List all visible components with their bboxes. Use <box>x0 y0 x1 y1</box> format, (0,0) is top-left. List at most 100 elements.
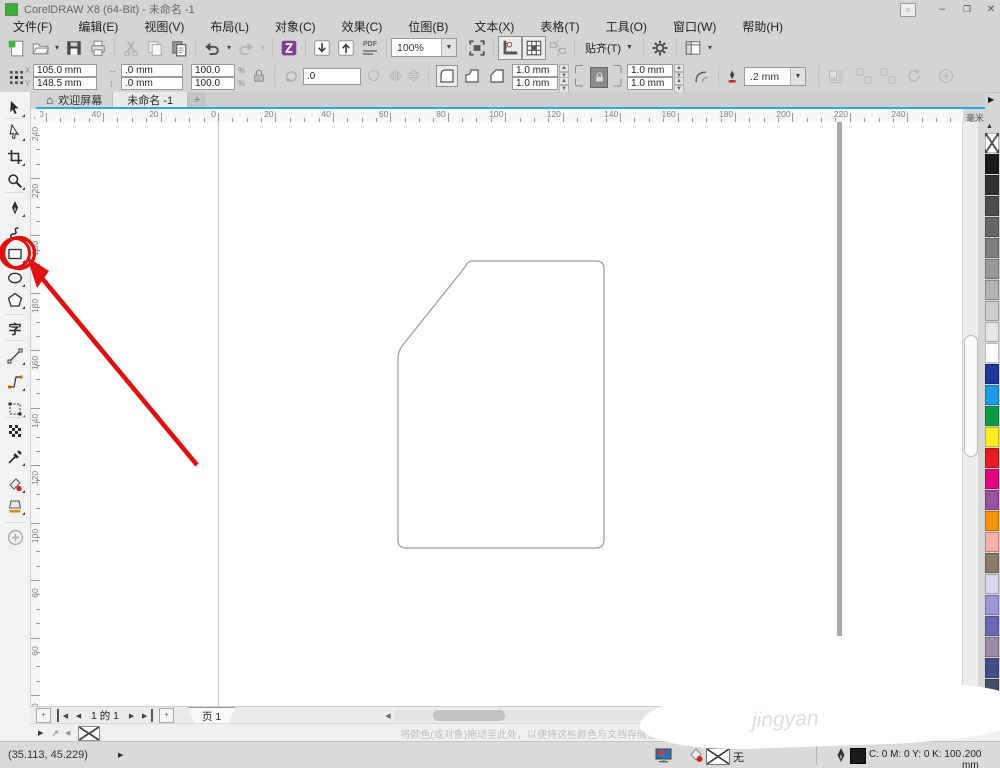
palette-scroll-up-icon[interactable]: ▲ <box>986 123 993 130</box>
add-page-start-button[interactable]: + <box>36 708 51 723</box>
corner-radius-br-spinner[interactable]: ▲ ▼ <box>674 77 684 93</box>
text-wrap-button[interactable] <box>828 68 844 84</box>
palette-swatch[interactable] <box>985 469 999 489</box>
palette-swatch[interactable] <box>985 385 999 405</box>
scalloped-corner-button[interactable] <box>461 65 483 87</box>
drawing-canvas[interactable] <box>40 122 962 706</box>
status-flyout-icon[interactable]: ▶ <box>118 751 123 759</box>
flyout-indicator[interactable] <box>22 362 25 365</box>
show-guidelines-button[interactable] <box>546 36 570 60</box>
corner-radius-bl-spinner[interactable]: ▲ ▼ <box>559 77 569 93</box>
redo-button[interactable] <box>234 36 258 60</box>
menu-item[interactable]: 视图(V) <box>131 19 197 34</box>
palette-swatch[interactable] <box>985 427 999 447</box>
doc-palette-swatch-none[interactable] <box>78 725 101 741</box>
corner-radius-br-field[interactable]: 1.0 mm <box>627 77 673 90</box>
snap-to-button[interactable]: 贴齐(T) ▼ <box>579 38 639 58</box>
minimize-button[interactable]: – <box>933 3 951 15</box>
menu-item[interactable]: 文件(F) <box>0 19 65 34</box>
palette-swatch[interactable] <box>985 217 999 237</box>
menu-item[interactable]: 效果(C) <box>329 19 396 34</box>
publish-pdf-button[interactable]: PDF <box>358 36 382 60</box>
menu-item[interactable]: 布局(L) <box>197 19 262 34</box>
horizontal-scrollbar-thumb[interactable] <box>432 710 505 721</box>
palette-swatch[interactable] <box>985 280 999 300</box>
object-y-position-field[interactable]: 148.5 mm <box>33 77 97 90</box>
show-grid-button[interactable] <box>522 35 546 60</box>
smart-fill-tool[interactable] <box>4 495 26 516</box>
outline-width-select[interactable]: .2 mm ▼ <box>744 67 806 86</box>
palette-swatch[interactable] <box>985 637 999 657</box>
show-rulers-button[interactable] <box>498 35 522 60</box>
object-x-position-field[interactable]: 105.0 mm <box>33 64 97 77</box>
flyout-indicator[interactable] <box>22 306 25 309</box>
palette-swatch[interactable] <box>985 175 999 195</box>
zoom-tool[interactable] <box>4 170 26 191</box>
fill-none-swatch[interactable] <box>706 748 730 765</box>
dimension-tool[interactable] <box>4 345 26 366</box>
window-layout-button[interactable] <box>681 36 705 60</box>
flyout-indicator[interactable] <box>22 214 25 217</box>
palette-scroll-left-icon[interactable]: ◀ <box>65 729 70 737</box>
vertical-scrollbar-thumb[interactable] <box>964 335 978 457</box>
undo-button[interactable] <box>200 36 224 60</box>
fill-color-icon[interactable] <box>688 748 704 763</box>
flyout-indicator[interactable] <box>22 187 25 190</box>
drawn-shape-chamfered-rectangle[interactable] <box>390 255 620 555</box>
connector-tool[interactable] <box>4 371 26 392</box>
color-proof-icon[interactable] <box>655 748 672 763</box>
fillet-chamfer-icon[interactable] <box>694 68 711 85</box>
paste-button[interactable] <box>167 36 191 60</box>
first-page-button[interactable]: ◀ <box>57 709 72 722</box>
menu-item[interactable]: 文本(X) <box>461 19 527 34</box>
horizontal-ruler[interactable]: 604020020406080100120140160180200220240 <box>40 109 963 123</box>
outline-color-swatch[interactable] <box>850 748 866 764</box>
flyout-indicator[interactable] <box>22 490 25 493</box>
palette-swatch[interactable] <box>985 511 999 531</box>
corner-radius-tl-field[interactable]: 1.0 mm <box>512 64 558 77</box>
palette-swatch[interactable] <box>985 343 999 363</box>
scale-y-field[interactable]: 100.0 <box>191 77 235 90</box>
palette-swatch[interactable] <box>985 553 999 573</box>
redo-dropdown[interactable]: ▾ <box>258 43 268 52</box>
next-page-button[interactable]: ▶ <box>125 709 138 722</box>
transform-tool[interactable] <box>4 398 26 419</box>
help-pin-icon[interactable]: ☺ <box>900 3 916 17</box>
add-tool[interactable] <box>4 527 26 548</box>
export-button[interactable] <box>334 36 358 60</box>
open-dropdown[interactable]: ▾ <box>52 43 62 52</box>
flyout-indicator[interactable] <box>22 284 25 287</box>
mesh-fill-tool[interactable] <box>4 420 26 441</box>
palette-swatch[interactable] <box>985 574 999 594</box>
palette-swatch[interactable] <box>985 196 999 216</box>
menu-item[interactable]: 窗口(W) <box>660 19 729 34</box>
palette-eyedropper-icon[interactable]: ↗ <box>51 728 59 739</box>
flyout-indicator[interactable] <box>22 138 25 141</box>
open-button[interactable] <box>28 36 52 60</box>
import-button[interactable] <box>310 36 334 60</box>
hscroll-left-arrow[interactable]: ◀ <box>385 712 390 720</box>
palette-swatch[interactable] <box>985 364 999 384</box>
palette-swatch[interactable] <box>985 406 999 426</box>
interactive-fill-tool[interactable] <box>4 473 26 494</box>
outline-pen-icon[interactable] <box>835 747 847 764</box>
previous-page-button[interactable]: ◀ <box>72 709 85 722</box>
object-width-field[interactable]: .0 mm <box>121 64 183 77</box>
page-tab[interactable]: 页 1 <box>188 707 235 724</box>
rotation-angle-field[interactable]: .0 <box>303 68 361 85</box>
save-button[interactable] <box>62 36 86 60</box>
window-layout-dropdown[interactable]: ▾ <box>705 43 715 52</box>
close-button[interactable]: ✕ <box>983 3 999 15</box>
ruler-origin-icon[interactable]: ⌞ <box>30 109 40 123</box>
lock-ratio-button[interactable] <box>252 68 266 84</box>
object-position-icon[interactable] <box>5 66 27 88</box>
palette-swatch[interactable] <box>985 322 999 342</box>
app-launcher-button[interactable] <box>277 36 301 60</box>
palette-swatch[interactable] <box>985 532 999 552</box>
add-page-end-button[interactable]: + <box>159 708 175 723</box>
palette-swatch[interactable] <box>985 301 999 321</box>
eyedropper-tool[interactable] <box>4 446 26 467</box>
palette-swatch-none[interactable] <box>985 133 999 153</box>
palette-swatch[interactable] <box>985 154 999 174</box>
palette-swatch[interactable] <box>985 259 999 279</box>
